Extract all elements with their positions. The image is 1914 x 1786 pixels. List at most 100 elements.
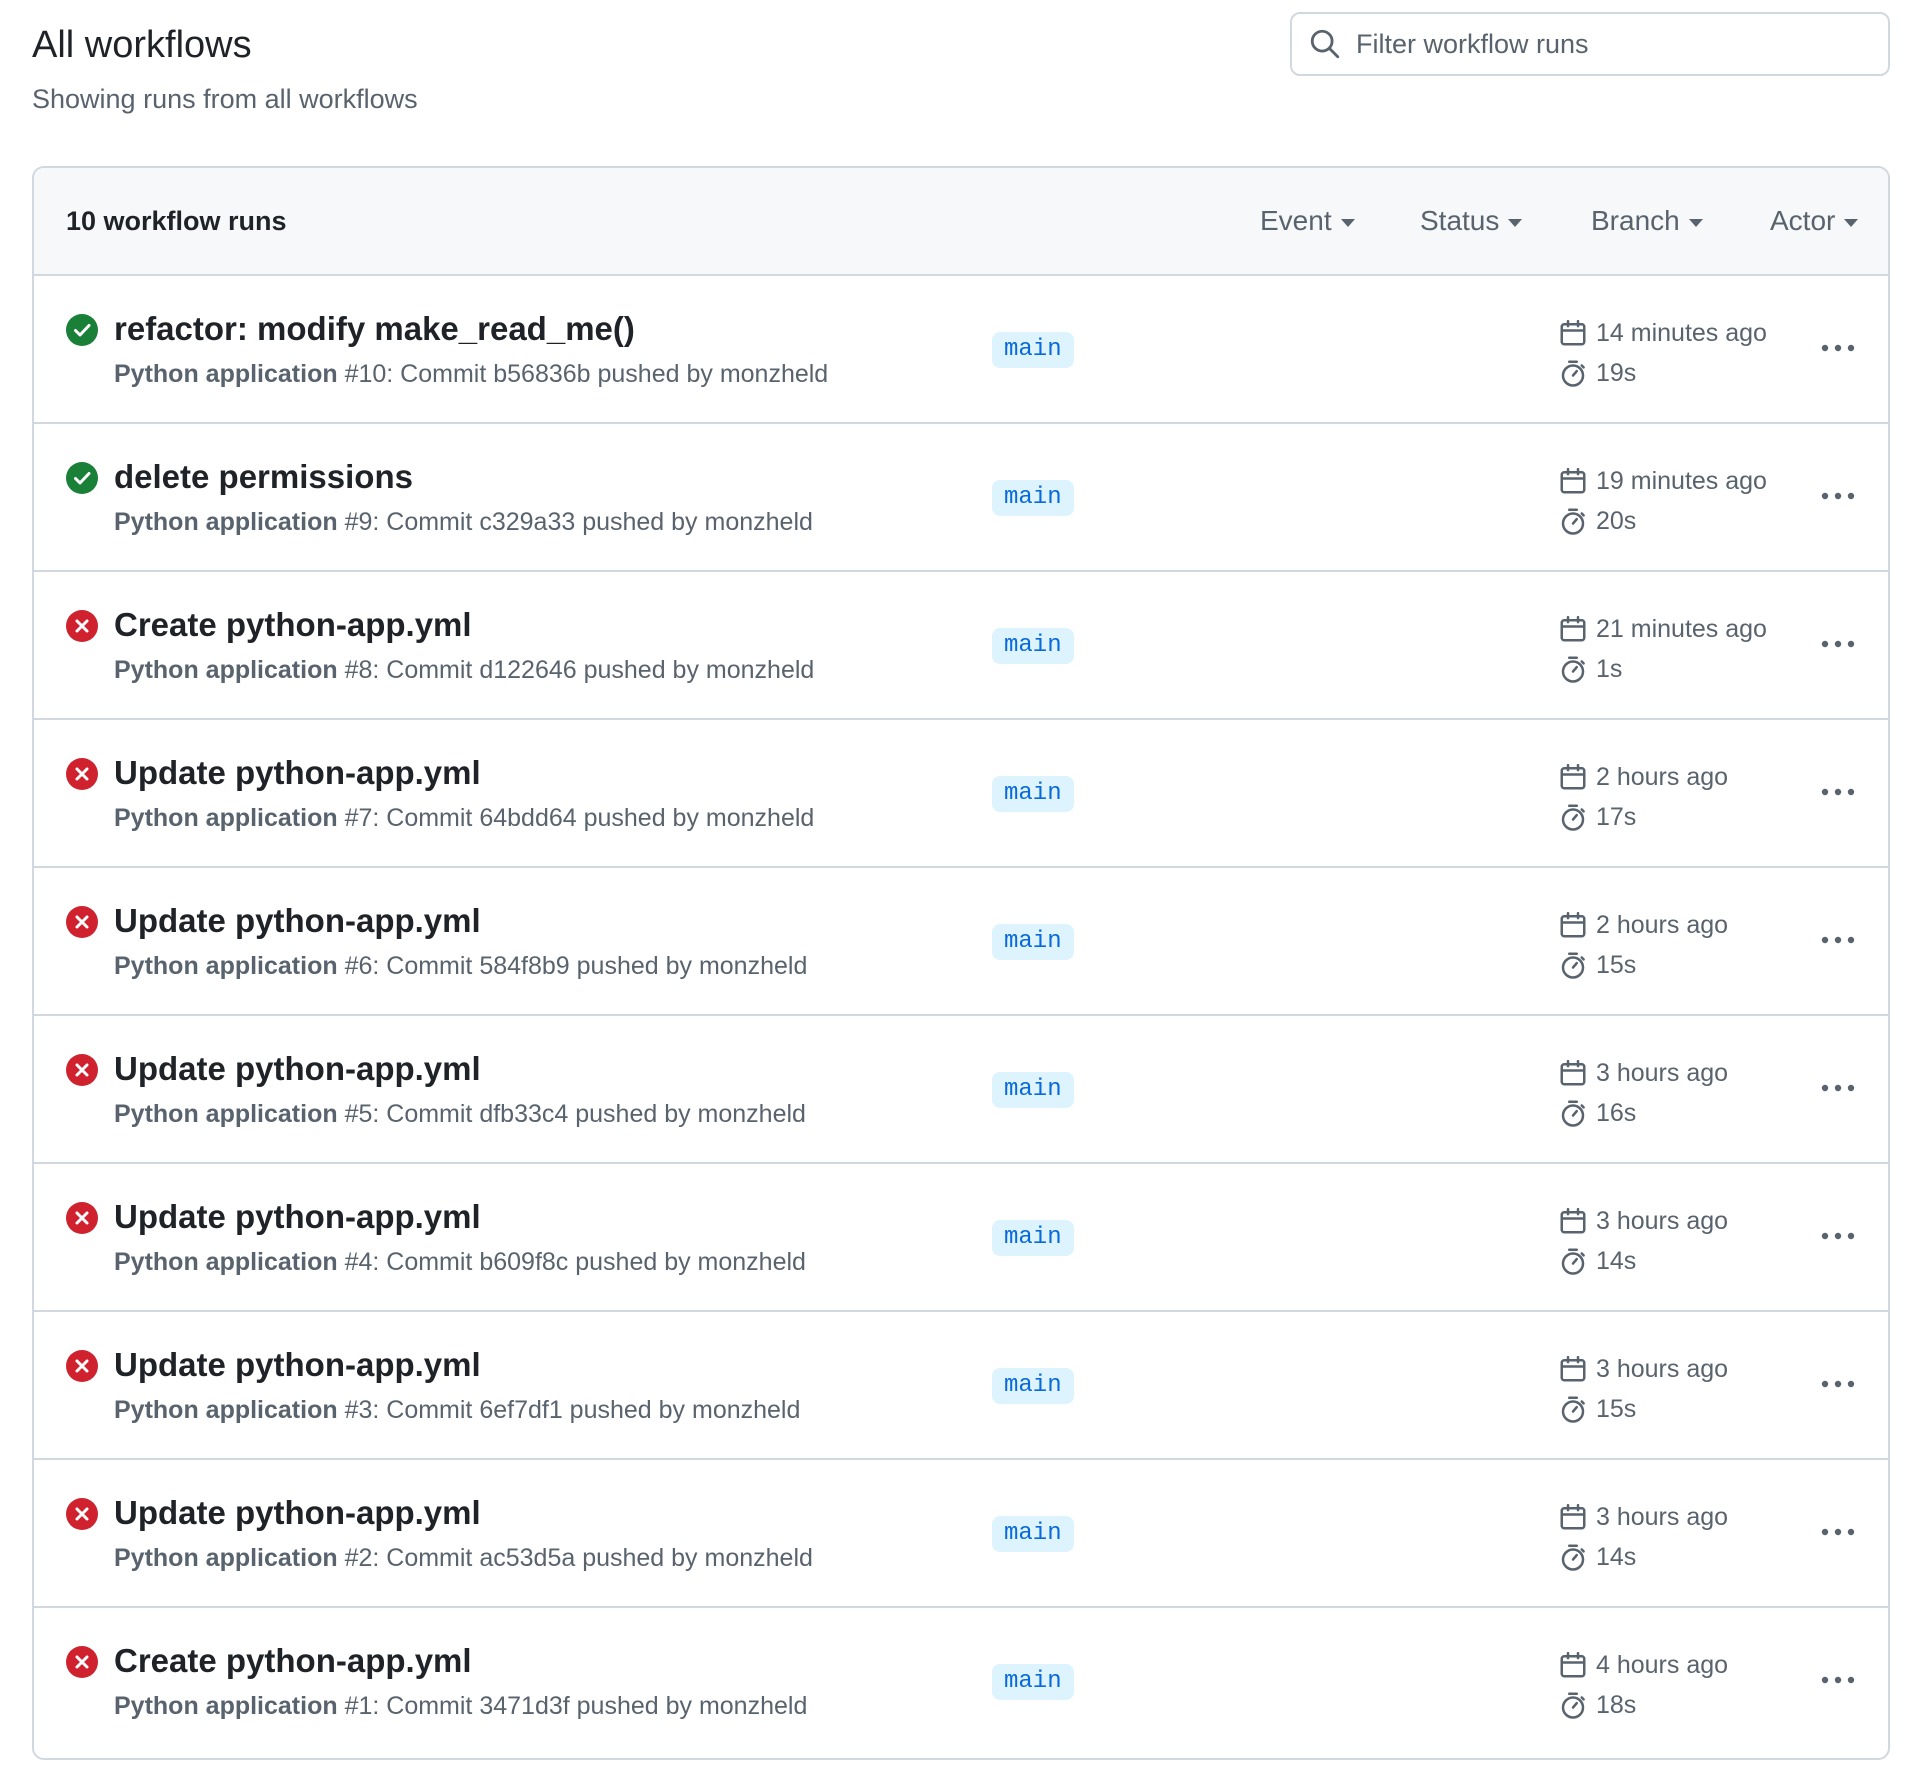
- kebab-menu-icon: [1821, 1528, 1855, 1536]
- run-meta: Python application #9: Commit c329a33 pu…: [114, 508, 813, 537]
- kebab-menu-icon: [1821, 492, 1855, 500]
- run-duration: 16s: [1558, 1098, 1636, 1128]
- workflow-run-row[interactable]: refactor: modify make_read_me() Python ap…: [34, 276, 1888, 424]
- branch-badge[interactable]: main: [992, 628, 1074, 664]
- run-commit-info: #1: Commit 3471d3f pushed by monzheld: [337, 1692, 808, 1720]
- workflow-name: Python application: [114, 656, 338, 684]
- calendar-icon: [1560, 911, 1586, 938]
- run-more-options-button[interactable]: [1818, 1660, 1858, 1700]
- workflow-run-row[interactable]: Update python-app.yml Python application …: [34, 720, 1888, 868]
- run-more-options-button[interactable]: [1818, 476, 1858, 516]
- stopwatch-icon: [1561, 1248, 1585, 1275]
- event-filter-button[interactable]: Event: [1260, 205, 1355, 237]
- workflow-run-row[interactable]: Create python-app.yml Python application …: [34, 572, 1888, 720]
- run-title-link[interactable]: Update python-app.yml: [114, 1050, 481, 1088]
- run-title-link[interactable]: Update python-app.yml: [114, 754, 481, 792]
- branch-badge[interactable]: main: [992, 1368, 1074, 1404]
- workflow-run-row[interactable]: Update python-app.yml Python application …: [34, 1016, 1888, 1164]
- calendar-icon: [1560, 1207, 1586, 1234]
- failure-x-icon: [66, 1202, 98, 1234]
- actor-filter-button[interactable]: Actor: [1770, 205, 1859, 237]
- branch-badge[interactable]: main: [992, 332, 1074, 368]
- run-title-link[interactable]: Update python-app.yml: [114, 1494, 481, 1532]
- run-timestamp: 14 minutes ago: [1558, 318, 1767, 348]
- workflow-run-row[interactable]: Update python-app.yml Python application …: [34, 1460, 1888, 1608]
- calendar-icon: [1560, 1059, 1586, 1086]
- run-title-link[interactable]: Update python-app.yml: [114, 1198, 481, 1236]
- run-meta: Python application #7: Commit 64bdd64 pu…: [114, 804, 814, 833]
- search-icon: [1310, 29, 1340, 59]
- branch-badge[interactable]: main: [992, 480, 1074, 516]
- kebab-menu-icon: [1821, 640, 1855, 648]
- run-timestamp: 2 hours ago: [1558, 762, 1728, 792]
- branch-badge[interactable]: main: [992, 1664, 1074, 1700]
- workflow-name: Python application: [114, 1692, 338, 1720]
- kebab-menu-icon: [1821, 936, 1855, 944]
- branch-badge[interactable]: main: [992, 776, 1074, 812]
- run-more-options-button[interactable]: [1818, 772, 1858, 812]
- run-title-link[interactable]: delete permissions: [114, 458, 413, 496]
- actor-filter-label: Actor: [1770, 205, 1836, 236]
- run-title-link[interactable]: Update python-app.yml: [114, 1346, 481, 1384]
- calendar-icon: [1560, 319, 1586, 346]
- branch-badge[interactable]: main: [992, 1220, 1074, 1256]
- page-title: All workflows: [32, 24, 252, 66]
- run-commit-info: #8: Commit d122646 pushed by monzheld: [337, 656, 815, 684]
- kebab-menu-icon: [1821, 788, 1855, 796]
- calendar-icon: [1560, 467, 1586, 494]
- run-more-options-button[interactable]: [1818, 624, 1858, 664]
- caret-down-icon: [1340, 218, 1355, 227]
- run-duration-value: 17s: [1596, 802, 1637, 831]
- run-duration-value: 19s: [1596, 358, 1637, 387]
- failure-x-icon: [66, 1646, 98, 1678]
- branch-filter-button[interactable]: Branch: [1591, 205, 1703, 237]
- branch-filter-label: Branch: [1591, 205, 1680, 236]
- run-more-options-button[interactable]: [1818, 1216, 1858, 1256]
- runs-rows: refactor: modify make_read_me() Python ap…: [34, 276, 1888, 1756]
- status-filter-button[interactable]: Status: [1420, 205, 1523, 237]
- run-time-ago: 3 hours ago: [1596, 1502, 1729, 1531]
- run-more-options-button[interactable]: [1818, 1068, 1858, 1108]
- filter-runs-input[interactable]: [1356, 28, 1876, 60]
- run-commit-info: #6: Commit 584f8b9 pushed by monzheld: [337, 952, 808, 980]
- workflow-name: Python application: [114, 1248, 338, 1276]
- calendar-icon: [1560, 1355, 1586, 1382]
- run-more-options-button[interactable]: [1818, 1364, 1858, 1404]
- run-title-link[interactable]: Create python-app.yml: [114, 606, 472, 644]
- workflow-run-row[interactable]: Update python-app.yml Python application …: [34, 868, 1888, 1016]
- stopwatch-icon: [1561, 1544, 1585, 1571]
- workflow-run-row[interactable]: Update python-app.yml Python application …: [34, 1312, 1888, 1460]
- run-more-options-button[interactable]: [1818, 1512, 1858, 1552]
- stopwatch-icon: [1561, 1100, 1585, 1127]
- failure-x-icon: [66, 610, 98, 642]
- run-time-ago: 3 hours ago: [1596, 1058, 1729, 1087]
- run-timestamp: 21 minutes ago: [1558, 614, 1767, 644]
- run-more-options-button[interactable]: [1818, 920, 1858, 960]
- filter-runs-search[interactable]: [1290, 12, 1890, 76]
- calendar-icon: [1560, 615, 1586, 642]
- run-timestamp: 3 hours ago: [1558, 1206, 1728, 1236]
- run-title-link[interactable]: refactor: modify make_read_me(): [114, 310, 635, 348]
- run-duration: 15s: [1558, 1394, 1636, 1424]
- workflow-run-row[interactable]: Create python-app.yml Python application …: [34, 1608, 1888, 1756]
- run-title-link[interactable]: Update python-app.yml: [114, 902, 481, 940]
- workflow-run-row[interactable]: Update python-app.yml Python application …: [34, 1164, 1888, 1312]
- run-more-options-button[interactable]: [1818, 328, 1858, 368]
- run-meta: Python application #5: Commit dfb33c4 pu…: [114, 1100, 806, 1129]
- workflow-runs-list: 10 workflow runs Event Status Branch Act…: [32, 166, 1890, 1760]
- failure-x-icon: [66, 1054, 98, 1086]
- run-time-ago: 3 hours ago: [1596, 1354, 1729, 1383]
- workflow-run-row[interactable]: delete permissions Python application #9:…: [34, 424, 1888, 572]
- run-title-link[interactable]: Create python-app.yml: [114, 1642, 472, 1680]
- run-meta: Python application #6: Commit 584f8b9 pu…: [114, 952, 807, 981]
- calendar-icon: [1560, 1651, 1586, 1678]
- run-timestamp: 3 hours ago: [1558, 1354, 1728, 1384]
- run-meta: Python application #8: Commit d122646 pu…: [114, 656, 814, 685]
- run-meta: Python application #4: Commit b609f8c pu…: [114, 1248, 806, 1277]
- run-duration: 14s: [1558, 1542, 1636, 1572]
- branch-badge[interactable]: main: [992, 1072, 1074, 1108]
- stopwatch-icon: [1561, 508, 1585, 535]
- branch-badge[interactable]: main: [992, 924, 1074, 960]
- branch-badge[interactable]: main: [992, 1516, 1074, 1552]
- run-duration: 1s: [1558, 654, 1622, 684]
